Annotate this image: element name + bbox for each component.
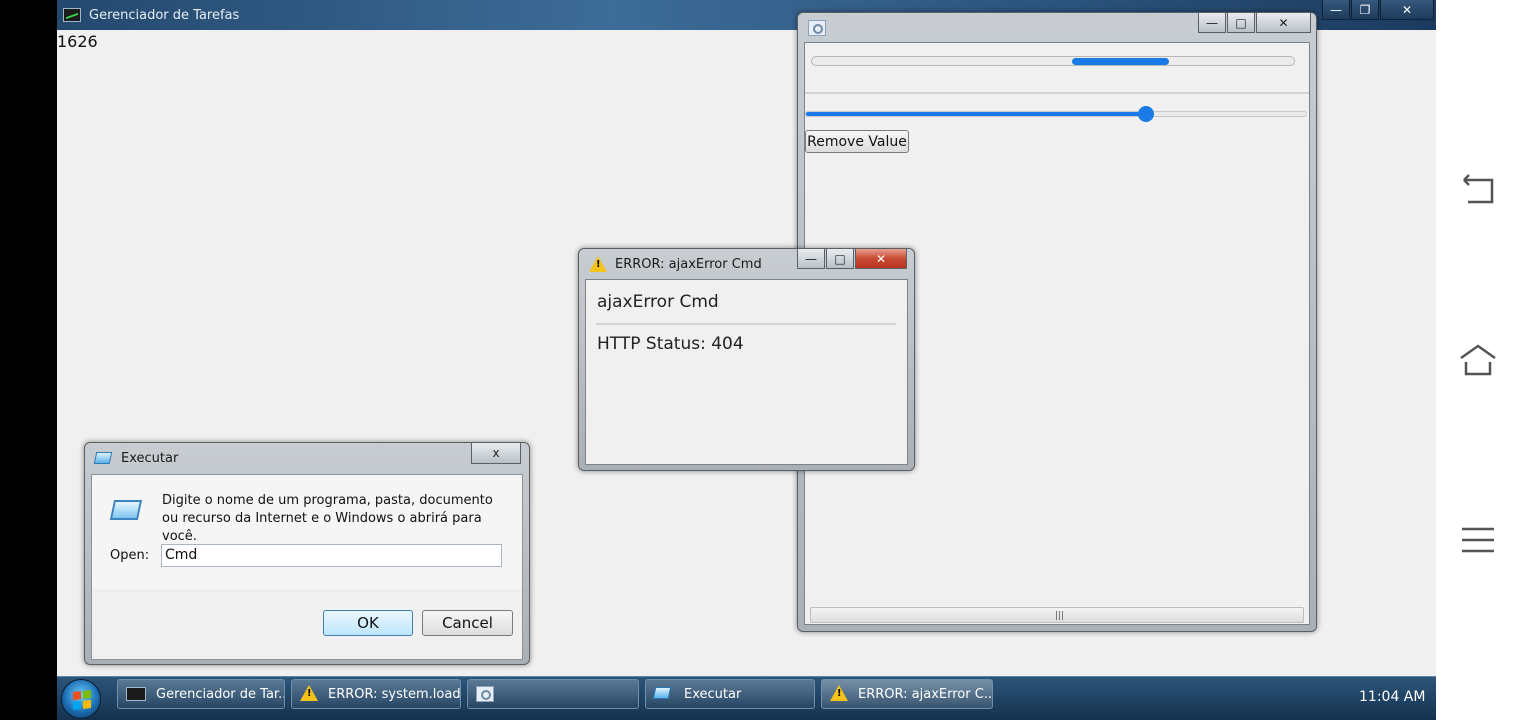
run-icon [652,685,674,703]
taskbar-item-label: Executar [684,686,742,702]
taskbar-item-label: ERROR: system.load... [328,686,461,702]
android-navigation-bar [1436,0,1520,720]
task-manager-close-button[interactable]: ✕ [1380,0,1434,20]
magnifier-icon [476,686,494,702]
back-icon[interactable] [1458,170,1498,210]
run-dialog-title: Executar [121,450,179,466]
menu-icon[interactable] [1458,520,1498,560]
task-manager-icon [126,687,146,701]
separator [805,92,1309,94]
task-manager-restore-button[interactable]: ❐ [1351,0,1379,20]
warning-icon [300,685,318,703]
taskbar-item-magnifier[interactable] [467,679,639,709]
taskbar: Gerenciador de Tar... ERROR: system.load… [57,676,1436,720]
slider-fill [806,112,1146,116]
task-manager-title: Gerenciador de Tarefas [89,7,240,23]
run-dialog: Executar x Digite o nome de um programa,… [84,442,530,665]
open-label: Open: [110,548,150,563]
separator [596,323,896,325]
progress-bar-chunk [1072,58,1169,65]
home-icon[interactable] [1458,340,1498,380]
horizontal-scrollbar[interactable]: ||| [810,607,1304,623]
run-dialog-client: Digite o nome de um programa, pasta, doc… [91,474,523,660]
taskbar-item-label: ERROR: ajaxError C... [858,686,993,702]
error-dialog-maximize-button[interactable]: □ [826,249,854,269]
error-dialog-client: ajaxError Cmd HTTP Status: 404 [585,279,908,465]
slider-thumb[interactable] [1138,106,1154,122]
taskbar-item-label: Gerenciador de Tar... [156,686,285,702]
error-heading: ajaxError Cmd [597,292,719,312]
error-dialog-title: ERROR: ajaxError Cmd [615,256,762,272]
value-slider[interactable] [805,106,1307,122]
task-manager-icon [63,8,81,22]
scrollbar-grip[interactable]: ||| [1055,611,1064,621]
taskbar-clock: 11:04 AM [1359,689,1426,705]
slider-window-close-button[interactable]: ✕ [1256,13,1311,33]
remove-value-button[interactable]: Remove Value [805,130,909,153]
run-dialog-upper-panel: Digite o nome de um programa, pasta, doc… [92,475,522,589]
task-manager-minimize-button[interactable]: — [1322,0,1350,20]
open-input[interactable]: Cmd [161,544,502,567]
http-status-text: HTTP Status: 404 [597,334,744,354]
magnifier-icon [808,20,826,36]
error-dialog-close-button[interactable]: ✕ [855,249,907,269]
run-dialog-titlebar[interactable]: Executar [85,443,529,473]
taskbar-item-run[interactable]: Executar [645,679,815,709]
taskbar-item-error-ajax[interactable]: ERROR: ajaxError C... [821,679,993,709]
run-dialog-close-button[interactable]: x [471,443,521,464]
desktop: Gerenciador de Tarefas — ❐ ✕ 1626 — □ ✕ … [57,0,1436,720]
slider-window-maximize-button[interactable]: □ [1227,13,1255,33]
taskbar-item-task-manager[interactable]: Gerenciador de Tar... [117,679,285,709]
run-icon [93,452,113,464]
start-button[interactable] [61,679,101,719]
cancel-button[interactable]: Cancel [422,610,513,636]
run-description: Digite o nome de um programa, pasta, doc… [162,493,493,544]
error-dialog-minimize-button[interactable]: — [797,249,825,269]
taskbar-item-error-system-load[interactable]: ERROR: system.load... [291,679,461,709]
progress-bar [811,56,1295,66]
slider-window-minimize-button[interactable]: — [1198,13,1226,33]
process-counter: 1626 [57,32,98,51]
warning-icon [589,256,607,272]
ok-button[interactable]: OK [323,610,413,636]
error-dialog: ERROR: ajaxError Cmd — □ ✕ ajaxError Cmd… [578,248,915,471]
warning-icon [830,685,848,703]
run-program-icon [109,500,143,520]
